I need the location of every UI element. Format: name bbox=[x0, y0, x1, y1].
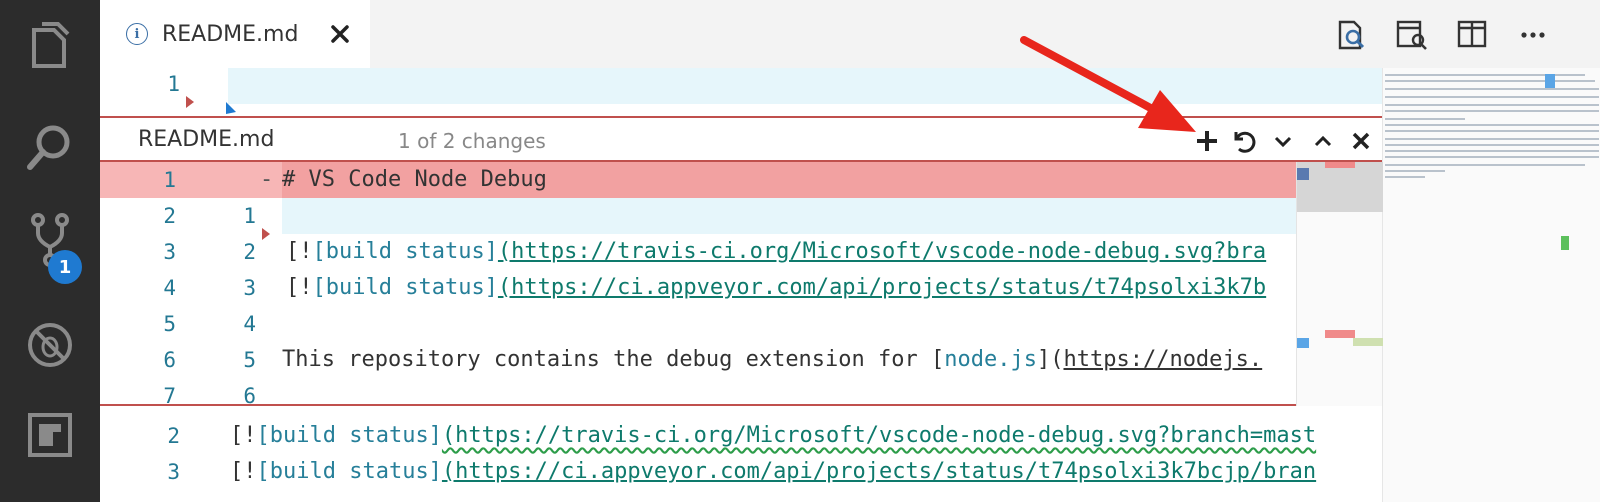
revert-change-icon[interactable] bbox=[1228, 126, 1258, 156]
more-actions-icon[interactable] bbox=[1516, 18, 1550, 52]
peek-subtitle: 1 of 2 changes bbox=[398, 129, 546, 153]
split-editor-icon[interactable] bbox=[1455, 18, 1489, 52]
code-line: [![build status](https://ci.appveyor.com… bbox=[286, 275, 1267, 300]
line-number: 3 bbox=[163, 240, 176, 264]
explorer-icon[interactable] bbox=[0, 12, 100, 82]
info-icon: i bbox=[126, 23, 148, 45]
line-number: 4 bbox=[163, 276, 176, 300]
inserted-line-bg bbox=[282, 198, 1296, 234]
line-number: 5 bbox=[163, 312, 176, 336]
close-icon[interactable] bbox=[328, 22, 352, 46]
line-number: 6 bbox=[163, 348, 176, 372]
code-line: [![build status](https://travis-ci.org/M… bbox=[286, 239, 1267, 264]
minimap[interactable] bbox=[1382, 68, 1600, 502]
extensions-icon[interactable] bbox=[0, 400, 100, 470]
previous-change-icon[interactable] bbox=[1308, 126, 1338, 156]
tab-title: README.md bbox=[162, 21, 299, 47]
line-number: 1 bbox=[243, 204, 256, 228]
diff-sign: - bbox=[260, 167, 274, 192]
code-line: This repository contains the debug exten… bbox=[282, 347, 1263, 372]
line-number: 2 bbox=[163, 204, 176, 228]
open-preview-icon[interactable] bbox=[1395, 18, 1429, 52]
line-number: 6 bbox=[243, 384, 256, 408]
line-number: 4 bbox=[243, 312, 256, 336]
line-number: 3 bbox=[243, 276, 256, 300]
next-change-icon[interactable] bbox=[1268, 126, 1298, 156]
tab-readme[interactable]: i README.md bbox=[100, 0, 370, 68]
line-number: 3 bbox=[167, 460, 180, 484]
inserted-line-highlight bbox=[228, 68, 1382, 104]
scm-badge: 1 bbox=[48, 250, 82, 284]
line-number: 5 bbox=[243, 348, 256, 372]
peek-overview-ruler bbox=[1296, 162, 1383, 406]
line-number: 1 bbox=[167, 72, 180, 96]
line-number: 2 bbox=[243, 240, 256, 264]
peek-title: README.md bbox=[138, 127, 275, 152]
code-line: [![build status](https://travis-ci.org/M… bbox=[230, 423, 1317, 448]
gutter-insert-marker bbox=[226, 102, 236, 114]
change-marker-icon bbox=[262, 228, 270, 240]
debug-icon[interactable] bbox=[0, 310, 100, 380]
peek-header: README.md 1 of 2 changes bbox=[100, 118, 1382, 162]
line-number: 2 bbox=[167, 424, 180, 448]
search-icon[interactable] bbox=[0, 112, 100, 182]
activity-bar: 1 bbox=[0, 0, 100, 502]
dirty-diff-peek: README.md 1 of 2 changes 1 - # VS Code N… bbox=[100, 116, 1383, 408]
open-changes-icon[interactable] bbox=[1334, 18, 1368, 52]
peek-close-icon[interactable] bbox=[1346, 126, 1376, 156]
line-number: 7 bbox=[163, 384, 176, 408]
code-line: # VS Code Node Debug bbox=[282, 167, 547, 192]
change-marker-icon bbox=[186, 96, 194, 108]
line-number: 1 bbox=[163, 168, 176, 192]
stage-change-icon[interactable] bbox=[1192, 126, 1222, 156]
code-line: [![build status](https://ci.appveyor.com… bbox=[230, 459, 1317, 484]
